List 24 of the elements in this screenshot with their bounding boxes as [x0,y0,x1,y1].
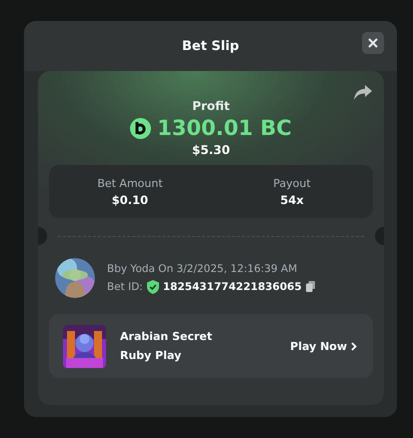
ticket-notch [38,227,47,245]
chevron-icon [351,342,357,350]
profit-label: Profit [192,99,230,113]
shield-check-icon [146,280,159,294]
game-provider: Ruby Play [120,349,182,362]
game-name: Arabian Secret [120,330,214,343]
stat-value: 54x [280,192,304,206]
ticket-notch [375,227,384,245]
copy-icon[interactable] [306,281,315,292]
close-icon [368,38,378,48]
share-icon[interactable] [354,85,372,100]
bet-user-time: Bby Yoda On 3/2/2025, 12:16:39 AM [107,262,298,274]
coin-icon [130,118,152,138]
dialog-title: Bet Slip [182,38,240,54]
avatar [55,258,95,298]
profit-usd: $5.30 [192,143,230,157]
profit-amount: 1300.01 BC [157,116,292,140]
stat-label: Payout [273,176,311,190]
bet-id-label: Bet ID: [107,280,143,292]
stat-value: $0.10 [112,192,148,206]
stat-label: Bet Amount [97,176,163,190]
bet-id: 1825431774221836065 [162,280,302,292]
close-button[interactable] [362,32,384,54]
play-now-link[interactable]: Play Now [288,338,359,354]
